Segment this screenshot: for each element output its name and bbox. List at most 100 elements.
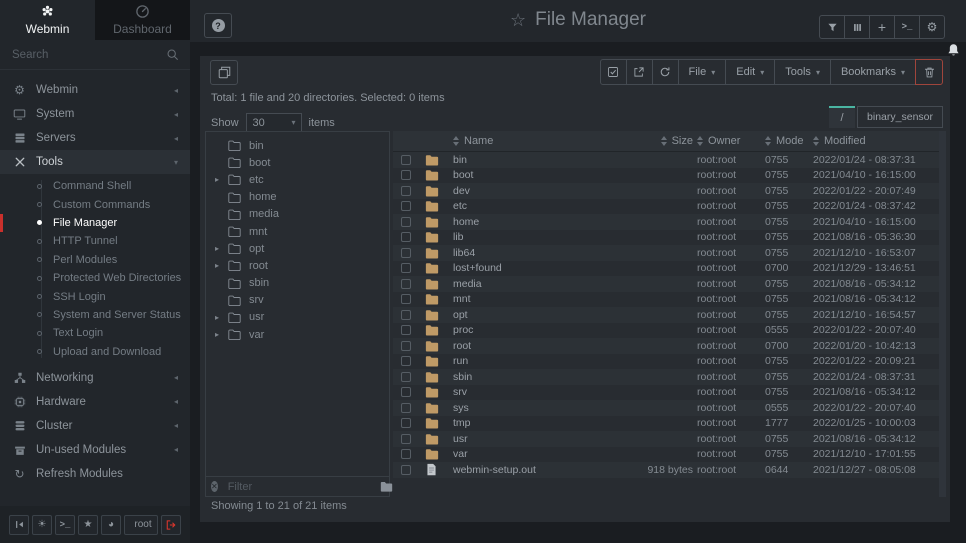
file-name[interactable]: lib	[453, 231, 603, 243]
row-checkbox[interactable]	[401, 387, 411, 397]
sidebar-subitem[interactable]: System and Server Status	[0, 306, 190, 324]
table-row[interactable]: etc root:root 0755 2022/01/24 - 08:37:42	[393, 199, 939, 215]
sidebar-item-networking[interactable]: Networking ◂	[0, 366, 190, 390]
table-row[interactable]: sbin root:root 0755 2022/01/24 - 08:37:3…	[393, 369, 939, 385]
favorites-button[interactable]: ★	[78, 515, 98, 535]
sort-name[interactable]	[453, 136, 459, 146]
file-name[interactable]: sys	[453, 402, 603, 414]
add-button[interactable]: +	[869, 15, 895, 39]
file-name[interactable]: webmin-setup.out	[453, 464, 603, 476]
sort-owner[interactable]	[697, 136, 703, 146]
row-checkbox[interactable]	[401, 186, 411, 196]
table-row[interactable]: opt root:root 0755 2021/12/10 - 16:54:57	[393, 307, 939, 323]
trash-button[interactable]	[915, 59, 943, 85]
file-name[interactable]: opt	[453, 309, 603, 321]
row-checkbox[interactable]	[401, 232, 411, 242]
filter-button[interactable]	[819, 15, 845, 39]
sort-size[interactable]	[661, 136, 667, 146]
sort-modified[interactable]	[813, 136, 819, 146]
tab-dashboard[interactable]: Dashboard	[95, 0, 190, 40]
tree-item[interactable]: media	[206, 206, 389, 223]
table-row[interactable]: boot root:root 0755 2021/04/10 - 16:15:0…	[393, 168, 939, 184]
select-all-button[interactable]	[600, 59, 627, 85]
sidebar-item-unused-modules[interactable]: Un-used Modules ◂	[0, 438, 190, 462]
row-checkbox[interactable]	[401, 217, 411, 227]
file-name[interactable]: mnt	[453, 293, 603, 305]
refresh-button[interactable]	[652, 59, 679, 85]
tree-item[interactable]: home	[206, 189, 389, 206]
file-name[interactable]: run	[453, 355, 603, 367]
expand-icon[interactable]: ▸	[215, 244, 228, 253]
expand-icon[interactable]: ▸	[215, 175, 228, 184]
row-checkbox[interactable]	[401, 434, 411, 444]
table-row[interactable]: lib root:root 0755 2021/08/16 - 05:36:30	[393, 230, 939, 246]
table-row[interactable]: tmp root:root 1777 2022/01/25 - 10:00:03	[393, 416, 939, 432]
user-button[interactable]: root	[124, 515, 158, 535]
table-row[interactable]: run root:root 0755 2022/01/22 - 20:09:21	[393, 354, 939, 370]
file-name[interactable]: media	[453, 278, 603, 290]
sidebar-item-tools[interactable]: Tools ▾	[0, 150, 190, 174]
sidebar-item-system[interactable]: System ◂	[0, 102, 190, 126]
sidebar-item-cluster[interactable]: Cluster ◂	[0, 414, 190, 438]
row-checkbox[interactable]	[401, 310, 411, 320]
choose-folder-button[interactable]	[380, 481, 393, 492]
row-checkbox[interactable]	[401, 201, 411, 211]
tree-item[interactable]: ▸ root	[206, 257, 389, 274]
file-name[interactable]: lib64	[453, 247, 603, 259]
row-checkbox[interactable]	[401, 403, 411, 413]
tree-item[interactable]: ▸ usr	[206, 309, 389, 326]
logout-button[interactable]	[161, 515, 181, 535]
sidebar-subitem[interactable]: File Manager	[0, 214, 190, 232]
menu-tools[interactable]: Tools▾	[774, 59, 831, 85]
sidebar-item-refresh-modules[interactable]: ↻ Refresh Modules	[0, 462, 190, 486]
row-checkbox[interactable]	[401, 279, 411, 289]
sidebar-item-servers[interactable]: Servers ◂	[0, 126, 190, 150]
file-name[interactable]: dev	[453, 185, 603, 197]
tree-filter-input[interactable]	[228, 481, 370, 493]
file-name[interactable]: bin	[453, 154, 603, 166]
tree-item[interactable]: ▸ opt	[206, 240, 389, 257]
star-outline-icon[interactable]: ☆	[510, 10, 526, 31]
menu-edit[interactable]: Edit▾	[725, 59, 775, 85]
expand-icon[interactable]: ▸	[215, 313, 228, 322]
row-checkbox[interactable]	[401, 465, 411, 475]
terminal-button[interactable]: >_	[55, 515, 75, 535]
stats-button[interactable]: ◕	[101, 515, 121, 535]
tree-item[interactable]: sbin	[206, 275, 389, 292]
row-checkbox[interactable]	[401, 325, 411, 335]
table-row[interactable]: sys root:root 0555 2022/01/22 - 20:07:40	[393, 400, 939, 416]
file-name[interactable]: lost+found	[453, 262, 603, 274]
table-row[interactable]: lost+found root:root 0700 2021/12/29 - 1…	[393, 261, 939, 277]
table-row[interactable]: usr root:root 0755 2021/08/16 - 05:34:12	[393, 431, 939, 447]
sidebar-subitem[interactable]: Text Login	[0, 324, 190, 342]
menu-file[interactable]: File▾	[678, 59, 727, 85]
page-size-select[interactable]: 30 ▾	[246, 113, 302, 132]
file-name[interactable]: usr	[453, 433, 603, 445]
search-icon[interactable]	[166, 48, 179, 61]
row-checkbox[interactable]	[401, 449, 411, 459]
tree-item[interactable]: ▸ etc	[206, 171, 389, 188]
columns-button[interactable]	[844, 15, 870, 39]
table-row[interactable]: bin root:root 0755 2022/01/24 - 08:37:31	[393, 152, 939, 168]
export-button[interactable]	[626, 59, 653, 85]
help-button[interactable]: ?	[204, 13, 232, 38]
theme-button[interactable]: ☀	[32, 515, 52, 535]
table-row[interactable]: mnt root:root 0755 2021/08/16 - 05:34:12	[393, 292, 939, 308]
row-checkbox[interactable]	[401, 294, 411, 304]
file-name[interactable]: home	[453, 216, 603, 228]
tree-item[interactable]: ▸ var	[206, 326, 389, 343]
sidebar-subitem[interactable]: Protected Web Directories	[0, 269, 190, 287]
table-row[interactable]: webmin-setup.out 918 bytes root:root 064…	[393, 462, 939, 478]
file-name[interactable]: proc	[453, 324, 603, 336]
sidebar-subitem[interactable]: SSH Login	[0, 287, 190, 305]
file-name[interactable]: etc	[453, 200, 603, 212]
table-row[interactable]: root root:root 0700 2022/01/20 - 10:42:1…	[393, 338, 939, 354]
sidebar-subitem[interactable]: Custom Commands	[0, 195, 190, 213]
file-name[interactable]: root	[453, 340, 603, 352]
sort-mode[interactable]	[765, 136, 771, 146]
collapse-sidebar-button[interactable]	[9, 515, 29, 535]
file-name[interactable]: boot	[453, 169, 603, 181]
row-checkbox[interactable]	[401, 263, 411, 273]
clear-filter-icon[interactable]: ✕	[211, 481, 218, 492]
file-name[interactable]: var	[453, 448, 603, 460]
